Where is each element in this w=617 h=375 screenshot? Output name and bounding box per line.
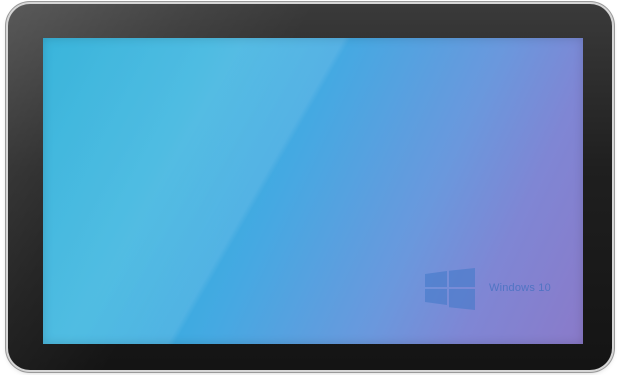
screen-glass-reflection: [43, 38, 583, 344]
tablet-device: Windows 10: [8, 4, 612, 370]
screen-inner-shadow: [43, 38, 583, 344]
windows-logo-icon: [425, 268, 475, 310]
windows-version-label: Windows 10: [489, 282, 551, 294]
tablet-screen[interactable]: Windows 10: [43, 38, 583, 344]
